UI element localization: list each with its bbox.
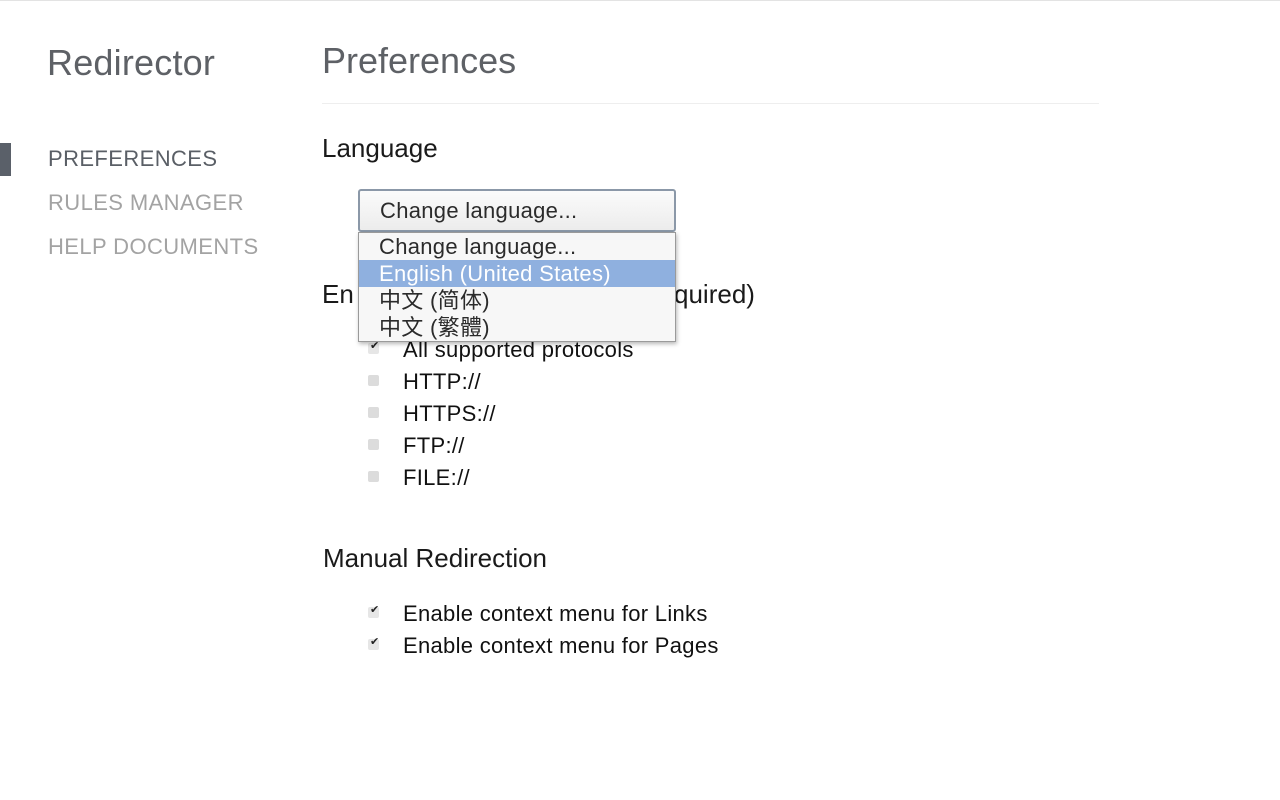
option-label: HTTPS:// <box>403 401 496 426</box>
option-label: Enable context menu for Pages <box>403 633 719 658</box>
language-section-title: Language <box>322 133 438 163</box>
protocols-section-title-start: En <box>322 279 354 309</box>
context-menu-links-checkbox[interactable]: ✔ <box>368 603 379 618</box>
sidebar-item-help-documents[interactable]: HELP DOCUMENTS <box>0 231 290 275</box>
checkmark-icon: ✔ <box>370 603 380 616</box>
language-dropdown-list: Change language... English (United State… <box>358 232 676 342</box>
active-indicator <box>0 143 11 176</box>
checkmark-icon: ✔ <box>370 635 380 648</box>
protocols-section-title-end: quired) <box>674 279 755 309</box>
option-label: FTP:// <box>403 433 465 458</box>
ftp-checkbox[interactable] <box>368 439 379 450</box>
sidebar-item-label: PREFERENCES <box>48 146 218 171</box>
sidebar-item-label: RULES MANAGER <box>48 190 244 215</box>
file-checkbox[interactable] <box>368 471 379 482</box>
all-protocols-checkbox[interactable]: ✔ <box>368 339 379 354</box>
sidebar-item-rules-manager[interactable]: RULES MANAGER <box>0 187 290 231</box>
option-label: FILE:// <box>403 465 470 490</box>
top-border <box>0 0 1280 1</box>
option-label: HTTP:// <box>403 369 481 394</box>
context-menu-pages-checkbox[interactable]: ✔ <box>368 635 379 650</box>
language-option-change[interactable]: Change language... <box>359 233 675 260</box>
app-title: Redirector <box>47 42 216 83</box>
language-option-zh-simplified[interactable]: 中文 (简体) <box>359 287 675 314</box>
language-select[interactable]: Change language... <box>358 189 676 232</box>
sidebar-nav: PREFERENCES RULES MANAGER HELP DOCUMENTS <box>0 143 290 275</box>
page-title: Preferences <box>322 40 517 81</box>
manual-redirection-section-title: Manual Redirection <box>323 543 548 573</box>
option-label: Enable context menu for Links <box>403 601 708 626</box>
language-option-zh-traditional[interactable]: 中文 (繁體) <box>359 314 675 341</box>
title-divider <box>322 103 1099 104</box>
https-checkbox[interactable] <box>368 407 379 418</box>
language-option-english-us[interactable]: English (United States) <box>359 260 675 287</box>
http-checkbox[interactable] <box>368 375 379 386</box>
sidebar-item-preferences[interactable]: PREFERENCES <box>0 143 290 187</box>
sidebar-item-label: HELP DOCUMENTS <box>48 234 259 259</box>
